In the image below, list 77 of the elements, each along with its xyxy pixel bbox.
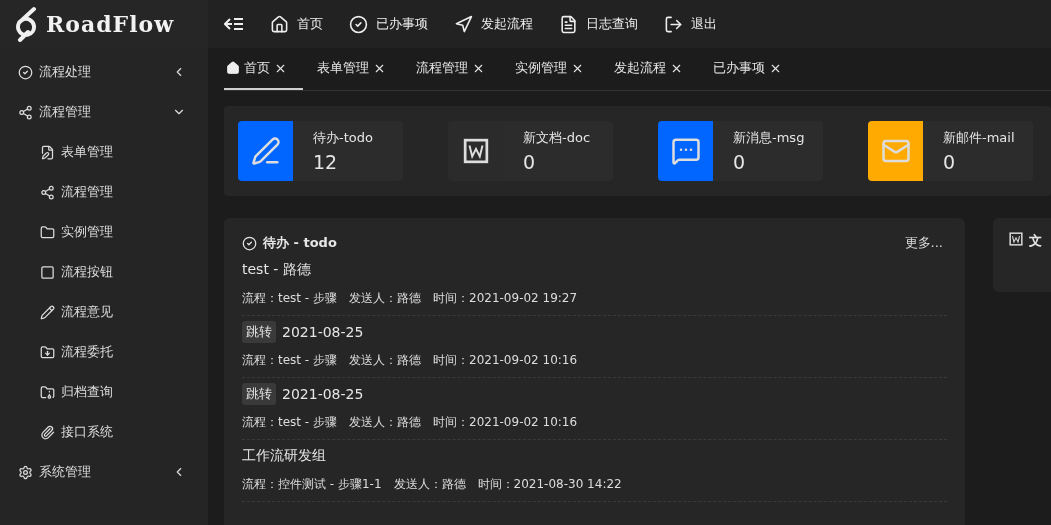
sidebar-label: 流程委托 [61,343,113,361]
nav-link[interactable]: 发起流程 [454,14,533,34]
stat-count: 0 [523,151,537,173]
todo-title[interactable]: 2021-08-25 [282,324,364,340]
tab[interactable]: 首页 [224,48,303,90]
sidebar-subitem[interactable]: 流程按钮 [0,252,208,292]
sidebar-subitem[interactable]: 流程管理 [0,172,208,212]
menu-icon [40,144,55,160]
stat-label: 新邮件-mail [943,129,1015,147]
sidebar-item[interactable]: 流程处理 [0,52,208,92]
nav-icon [270,14,289,34]
tag: 跳转 [242,383,276,405]
nav-link[interactable]: 已办事项 [349,14,428,34]
todo-title[interactable]: 工作流研发组 [242,447,326,465]
home-icon [226,61,240,75]
more-link[interactable]: 更多... [904,234,943,252]
sidebar-label: 流程处理 [39,63,91,81]
tag: 跳转 [242,321,276,343]
nav-link[interactable]: 日志查询 [559,14,638,34]
menu-icon [40,184,55,200]
stat-label: 新文档-doc [523,129,591,147]
stat-count: 12 [313,151,339,173]
sidebar-label: 系统管理 [39,463,91,481]
sidebar-label: 接口系统 [61,423,113,441]
menu-icon [18,64,33,80]
nav-icon [349,14,368,34]
tab[interactable]: 已办事项 [711,48,798,90]
sidebar-item[interactable]: 系统管理 [0,452,208,492]
logo-text: RoadFlow [46,11,175,37]
tab[interactable]: 表单管理 [315,48,402,90]
tab[interactable]: 实例管理 [513,48,600,90]
tab[interactable]: 发起流程 [612,48,699,90]
sidebar-label: 实例管理 [61,223,113,241]
panel-title: 文 [1029,232,1042,250]
sidebar-label: 归档查询 [61,383,113,401]
sidebar-label: 表单管理 [61,143,113,161]
sidebar-label: 流程意见 [61,303,113,321]
sidebar-label: 流程管理 [61,183,113,201]
check-circle-icon [242,235,257,251]
sidebar-subitem[interactable]: 流程委托 [0,332,208,372]
menu-icon [40,344,55,360]
sidebar-label: 流程按钮 [61,263,113,281]
word-document-icon [462,138,489,164]
menu-icon [18,464,33,480]
menu-icon [40,384,55,400]
sidebar-subitem[interactable]: 接口系统 [0,412,208,452]
chat-icon [670,136,701,166]
nav-link[interactable]: 退出 [664,14,717,34]
todo-meta: 流程：test - 步骤 发送人：路德 时间：2021-09-02 10:16 [242,414,579,431]
sidebar-subitem[interactable]: 表单管理 [0,132,208,172]
menu-icon [18,104,33,120]
stat-label: 新消息-msg [733,129,805,147]
tab[interactable]: 流程管理 [414,48,501,90]
todo-meta: 流程：test - 步骤 发送人：路德 时间：2021-09-02 19:27 [242,290,579,307]
sidebar-subitem[interactable]: 归档查询 [0,372,208,412]
menu-icon [40,224,55,240]
stat-label: 待办-todo [313,129,373,147]
stat-count: 0 [943,151,957,173]
menu-icon [40,424,55,440]
word-document-icon [1009,232,1023,246]
collapse-menu-icon[interactable] [224,17,244,31]
menu-icon [40,264,55,280]
stat-count: 0 [733,151,747,173]
nav-icon [559,14,578,34]
sidebar-subitem[interactable]: 实例管理 [0,212,208,252]
todo-meta: 流程：test - 步骤 发送人：路德 时间：2021-09-02 10:16 [242,352,579,369]
todo-title[interactable]: test - 路德 [242,261,311,279]
nav-icon [664,14,683,34]
todo-title[interactable]: 2021-08-25 [282,386,364,402]
nav-icon [454,14,473,34]
todo-meta: 流程：控件测试 - 步骤1-1 发送人：路德 时间：2021-08-30 14:22 [242,476,623,493]
sidebar-label: 流程管理 [39,103,91,121]
menu-icon [40,304,55,320]
sidebar-item[interactable]: 流程管理 [0,92,208,132]
panel-title: 待办 - todo [263,234,337,252]
sidebar-subitem[interactable]: 流程意见 [0,292,208,332]
nav-link[interactable]: 首页 [270,14,323,34]
